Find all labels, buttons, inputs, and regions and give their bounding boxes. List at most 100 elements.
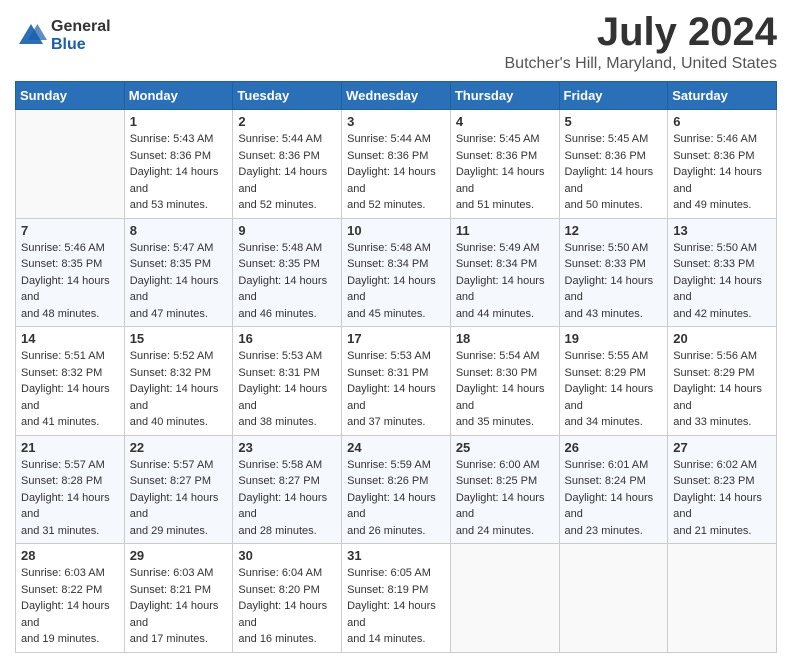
daylight-line2: and 43 minutes. bbox=[565, 306, 663, 323]
daylight-line2: and 48 minutes. bbox=[21, 306, 119, 323]
table-row: 20Sunrise: 5:56 AMSunset: 8:29 PMDayligh… bbox=[668, 327, 777, 436]
daylight-line1: Daylight: 14 hours and bbox=[21, 381, 119, 414]
logo-general: General bbox=[51, 18, 111, 36]
daylight-line1: Daylight: 14 hours and bbox=[673, 273, 771, 306]
logo-icon bbox=[15, 20, 47, 52]
daylight-line2: and 47 minutes. bbox=[130, 306, 228, 323]
daylight-line1: Daylight: 14 hours and bbox=[238, 598, 336, 631]
table-row: 26Sunrise: 6:01 AMSunset: 8:24 PMDayligh… bbox=[559, 435, 668, 544]
sunrise-text: Sunrise: 5:47 AM bbox=[130, 240, 228, 257]
daylight-line1: Daylight: 14 hours and bbox=[21, 598, 119, 631]
table-row: 11Sunrise: 5:49 AMSunset: 8:34 PMDayligh… bbox=[450, 218, 559, 327]
sunrise-text: Sunrise: 5:43 AM bbox=[130, 131, 228, 148]
sunrise-text: Sunrise: 5:51 AM bbox=[21, 348, 119, 365]
sunset-text: Sunset: 8:32 PM bbox=[130, 365, 228, 382]
cell-content: Sunrise: 6:03 AMSunset: 8:21 PMDaylight:… bbox=[130, 565, 228, 648]
day-number: 3 bbox=[347, 114, 445, 129]
day-number: 24 bbox=[347, 440, 445, 455]
sunrise-text: Sunrise: 5:50 AM bbox=[673, 240, 771, 257]
sunset-text: Sunset: 8:35 PM bbox=[238, 256, 336, 273]
table-row: 23Sunrise: 5:58 AMSunset: 8:27 PMDayligh… bbox=[233, 435, 342, 544]
day-number: 1 bbox=[130, 114, 228, 129]
cell-content: Sunrise: 5:50 AMSunset: 8:33 PMDaylight:… bbox=[673, 240, 771, 323]
day-number: 8 bbox=[130, 223, 228, 238]
table-row: 16Sunrise: 5:53 AMSunset: 8:31 PMDayligh… bbox=[233, 327, 342, 436]
col-friday: Friday bbox=[559, 82, 668, 110]
cell-content: Sunrise: 6:05 AMSunset: 8:19 PMDaylight:… bbox=[347, 565, 445, 648]
table-row: 19Sunrise: 5:55 AMSunset: 8:29 PMDayligh… bbox=[559, 327, 668, 436]
sunset-text: Sunset: 8:25 PM bbox=[456, 473, 554, 490]
sunset-text: Sunset: 8:36 PM bbox=[673, 148, 771, 165]
daylight-line1: Daylight: 14 hours and bbox=[21, 490, 119, 523]
table-row: 6Sunrise: 5:46 AMSunset: 8:36 PMDaylight… bbox=[668, 110, 777, 219]
day-number: 15 bbox=[130, 331, 228, 346]
sunset-text: Sunset: 8:36 PM bbox=[130, 148, 228, 165]
daylight-line2: and 50 minutes. bbox=[565, 197, 663, 214]
daylight-line1: Daylight: 14 hours and bbox=[130, 381, 228, 414]
sunrise-text: Sunrise: 5:53 AM bbox=[238, 348, 336, 365]
sunrise-text: Sunrise: 5:52 AM bbox=[130, 348, 228, 365]
col-sunday: Sunday bbox=[16, 82, 125, 110]
table-row: 14Sunrise: 5:51 AMSunset: 8:32 PMDayligh… bbox=[16, 327, 125, 436]
table-row: 4Sunrise: 5:45 AMSunset: 8:36 PMDaylight… bbox=[450, 110, 559, 219]
day-number: 12 bbox=[565, 223, 663, 238]
title-area: July 2024 Butcher's Hill, Maryland, Unit… bbox=[505, 10, 778, 73]
sunset-text: Sunset: 8:20 PM bbox=[238, 582, 336, 599]
day-number: 31 bbox=[347, 548, 445, 563]
daylight-line2: and 19 minutes. bbox=[21, 631, 119, 648]
day-number: 20 bbox=[673, 331, 771, 346]
table-row: 5Sunrise: 5:45 AMSunset: 8:36 PMDaylight… bbox=[559, 110, 668, 219]
daylight-line2: and 28 minutes. bbox=[238, 523, 336, 540]
table-row: 15 Sunrise: 5:52 AMSunset: 8:32 PMDayligh… bbox=[124, 327, 233, 436]
sunrise-text: Sunrise: 5:58 AM bbox=[238, 457, 336, 474]
col-wednesday: Wednesday bbox=[342, 82, 451, 110]
daylight-line1: Daylight: 14 hours and bbox=[565, 490, 663, 523]
day-number: 16 bbox=[238, 331, 336, 346]
day-number: 27 bbox=[673, 440, 771, 455]
day-number: 7 bbox=[21, 223, 119, 238]
table-row: 3Sunrise: 5:44 AMSunset: 8:36 PMDaylight… bbox=[342, 110, 451, 219]
daylight-line2: and 31 minutes. bbox=[21, 523, 119, 540]
daylight-line1: Daylight: 14 hours and bbox=[673, 164, 771, 197]
sunrise-text: Sunrise: 5:49 AM bbox=[456, 240, 554, 257]
table-row: 2Sunrise: 5:44 AMSunset: 8:36 PMDaylight… bbox=[233, 110, 342, 219]
sunset-text: Sunset: 8:33 PM bbox=[673, 256, 771, 273]
daylight-line1: Daylight: 14 hours and bbox=[347, 273, 445, 306]
sunrise-text: Sunrise: 6:02 AM bbox=[673, 457, 771, 474]
logo-blue: Blue bbox=[51, 36, 111, 54]
daylight-line1: Daylight: 14 hours and bbox=[238, 164, 336, 197]
daylight-line1: Daylight: 14 hours and bbox=[673, 490, 771, 523]
sunrise-text: Sunrise: 5:46 AM bbox=[21, 240, 119, 257]
sunrise-text: Sunrise: 5:44 AM bbox=[347, 131, 445, 148]
table-row: 17Sunrise: 5:53 AMSunset: 8:31 PMDayligh… bbox=[342, 327, 451, 436]
cell-content: Sunrise: 5:46 AMSunset: 8:35 PMDaylight:… bbox=[21, 240, 119, 323]
sunrise-text: Sunrise: 5:57 AM bbox=[130, 457, 228, 474]
sunrise-text: Sunrise: 5:54 AM bbox=[456, 348, 554, 365]
daylight-line1: Daylight: 14 hours and bbox=[130, 164, 228, 197]
day-number: 13 bbox=[673, 223, 771, 238]
daylight-line2: and 26 minutes. bbox=[347, 523, 445, 540]
daylight-line2: and 53 minutes. bbox=[130, 197, 228, 214]
daylight-line1: Daylight: 14 hours and bbox=[456, 164, 554, 197]
sunrise-text: Sunrise: 6:01 AM bbox=[565, 457, 663, 474]
daylight-line1: Daylight: 14 hours and bbox=[238, 381, 336, 414]
sunset-text: Sunset: 8:33 PM bbox=[565, 256, 663, 273]
sunset-text: Sunset: 8:32 PM bbox=[21, 365, 119, 382]
table-row: 29Sunrise: 6:03 AMSunset: 8:21 PMDayligh… bbox=[124, 544, 233, 653]
col-tuesday: Tuesday bbox=[233, 82, 342, 110]
daylight-line1: Daylight: 14 hours and bbox=[456, 273, 554, 306]
sunrise-text: Sunrise: 5:45 AM bbox=[565, 131, 663, 148]
sunrise-text: Sunrise: 5:45 AM bbox=[456, 131, 554, 148]
sunset-text: Sunset: 8:30 PM bbox=[456, 365, 554, 382]
daylight-line2: and 34 minutes. bbox=[565, 414, 663, 431]
table-row: 22Sunrise: 5:57 AMSunset: 8:27 PMDayligh… bbox=[124, 435, 233, 544]
cell-content: Sunrise: 5:48 AMSunset: 8:35 PMDaylight:… bbox=[238, 240, 336, 323]
daylight-line1: Daylight: 14 hours and bbox=[130, 273, 228, 306]
day-number: 5 bbox=[565, 114, 663, 129]
daylight-line1: Daylight: 14 hours and bbox=[347, 164, 445, 197]
daylight-line1: Daylight: 14 hours and bbox=[565, 381, 663, 414]
table-row: 24Sunrise: 5:59 AMSunset: 8:26 PMDayligh… bbox=[342, 435, 451, 544]
daylight-line1: Daylight: 14 hours and bbox=[673, 381, 771, 414]
sunrise-text: Sunrise: 5:46 AM bbox=[673, 131, 771, 148]
day-number: 19 bbox=[565, 331, 663, 346]
